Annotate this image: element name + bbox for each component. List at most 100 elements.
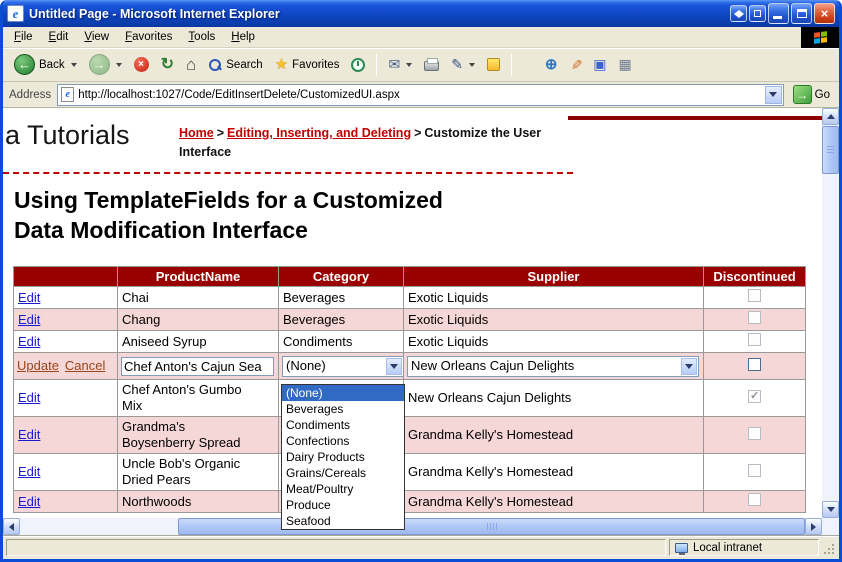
dropdown-option[interactable]: Condiments [282, 417, 404, 433]
close-button[interactable]: × [814, 3, 835, 24]
product-name-input[interactable]: Chef Anton's Cajun Sea [121, 357, 274, 376]
toolbar-extra-1-button[interactable]: ⊕ [540, 55, 563, 75]
maximize-button[interactable] [791, 3, 812, 24]
arrow-right-icon [739, 10, 744, 18]
dropdown-option[interactable]: Meat/Poultry [282, 481, 404, 497]
edit-link[interactable]: Edit [18, 494, 40, 509]
messenger-button[interactable] [482, 55, 505, 74]
supplier-cell: New Orleans Cajun Delights [404, 380, 704, 417]
browser-window: e Untitled Page - Microsoft Internet Exp… [0, 0, 842, 562]
home-button[interactable]: ⌂ [181, 54, 201, 75]
messenger-icon [487, 58, 500, 71]
search-label: Search [226, 59, 262, 71]
back-button[interactable]: ← Back [9, 51, 82, 78]
address-input[interactable]: e http://localhost:1027/Code/EditInsertD… [57, 84, 783, 106]
title-nav-arrows-button[interactable] [730, 5, 747, 22]
address-dropdown-button[interactable] [765, 86, 782, 104]
scroll-left-button[interactable] [3, 518, 20, 535]
chevron-down-icon [769, 92, 777, 97]
table-row: Edit Chang Beverages Exotic Liquids [14, 309, 806, 331]
mail-button[interactable]: ✉ [383, 55, 417, 74]
address-label: Address [9, 89, 51, 101]
edit-link[interactable]: Edit [18, 334, 40, 349]
edit-link[interactable]: Edit [18, 390, 40, 405]
go-label: Go [815, 89, 830, 101]
dropdown-option[interactable]: Grains/Cereals [282, 465, 404, 481]
header-rule [568, 116, 822, 120]
scroll-up-button[interactable] [822, 108, 839, 125]
status-message-pane [6, 539, 666, 556]
resize-grip[interactable] [822, 538, 836, 557]
favorites-star-icon: ★ [275, 57, 288, 72]
edit-link[interactable]: Edit [18, 427, 40, 442]
breadcrumb-home-link[interactable]: Home [179, 126, 214, 140]
vertical-scroll-thumb[interactable] [822, 126, 839, 174]
stop-button[interactable]: × [129, 54, 154, 75]
scroll-right-button[interactable] [805, 518, 822, 535]
discontinued-checkbox [748, 427, 761, 440]
horizontal-scroll-thumb[interactable] [178, 518, 805, 535]
forward-button[interactable]: → [84, 51, 127, 78]
minimize-button[interactable] [768, 3, 789, 24]
select-arrow-button[interactable] [681, 358, 697, 375]
edit-mode-row: Update Cancel Chef Anton's Cajun Sea (Non… [14, 353, 806, 380]
vertical-scrollbar[interactable] [822, 108, 839, 535]
menu-help[interactable]: Help [223, 28, 263, 46]
edit-dropdown-icon [469, 63, 475, 67]
header-action [14, 267, 118, 287]
scrollbar-corner [822, 518, 839, 535]
product-cell: Chef Anton's Gumbo Mix [118, 380, 279, 417]
title-panel-button[interactable] [749, 5, 766, 22]
search-button[interactable]: Search [203, 55, 267, 75]
scroll-down-button[interactable] [822, 501, 839, 518]
horizontal-scrollbar[interactable] [3, 518, 822, 535]
dropdown-option[interactable]: Beverages [282, 401, 404, 417]
favorites-label: Favorites [292, 59, 339, 71]
dropdown-option[interactable]: Confections [282, 433, 404, 449]
select-arrow-button[interactable] [386, 358, 402, 375]
category-select[interactable]: (None) [282, 356, 404, 377]
breadcrumb-separator: > [217, 126, 224, 140]
dashed-divider [3, 172, 573, 174]
header-supplier: Supplier [404, 267, 704, 287]
menu-edit[interactable]: Edit [41, 28, 77, 46]
edit-button[interactable]: ✎ [446, 55, 480, 74]
edit-link[interactable]: Edit [18, 464, 40, 479]
table-row: Edit Aniseed Syrup Condiments Exotic Liq… [14, 331, 806, 353]
product-cell: Chang [118, 309, 279, 331]
history-button[interactable] [346, 55, 370, 75]
update-link[interactable]: Update [17, 358, 59, 373]
discontinued-checkbox[interactable] [748, 358, 761, 371]
dropdown-option[interactable]: Seafood [282, 513, 404, 529]
page-icon: e [61, 87, 74, 102]
mail-icon: ✉ [388, 58, 400, 71]
go-button[interactable]: → Go [790, 85, 833, 104]
toolbar-extra-2-button[interactable]: ✎ [565, 55, 587, 74]
forward-icon: → [89, 54, 110, 75]
cancel-link[interactable]: Cancel [65, 358, 105, 373]
dropdown-option[interactable]: (None) [282, 385, 404, 401]
table-row: Edit Uncle Bob's Organic Dried Pears Gra… [14, 454, 806, 491]
breadcrumb-section-link[interactable]: Editing, Inserting, and Deleting [227, 126, 411, 140]
header-category: Category [279, 267, 404, 287]
header-discontinued: Discontinued [704, 267, 806, 287]
print-button[interactable] [419, 55, 444, 74]
dropdown-option[interactable]: Produce [282, 497, 404, 513]
menu-file[interactable]: File [6, 28, 41, 46]
toolbar-extra-3-button[interactable]: ▣ [588, 55, 611, 74]
toolbar-extra-4-button[interactable]: ▦ [613, 55, 636, 74]
zone-label: Local intranet [693, 542, 762, 554]
product-cell: Uncle Bob's Organic Dried Pears [118, 454, 279, 491]
menu-view[interactable]: View [76, 28, 117, 46]
product-cell: Chai [118, 287, 279, 309]
supplier-select[interactable]: New Orleans Cajun Delights [407, 356, 699, 377]
title-bar[interactable]: e Untitled Page - Microsoft Internet Exp… [0, 0, 842, 27]
refresh-icon: ↻ [161, 58, 174, 72]
edit-link[interactable]: Edit [18, 312, 40, 327]
menu-favorites[interactable]: Favorites [117, 28, 180, 46]
edit-link[interactable]: Edit [18, 290, 40, 305]
favorites-button[interactable]: ★ Favorites [270, 54, 345, 75]
dropdown-option[interactable]: Dairy Products [282, 449, 404, 465]
refresh-button[interactable]: ↻ [156, 55, 179, 75]
menu-tools[interactable]: Tools [180, 28, 223, 46]
